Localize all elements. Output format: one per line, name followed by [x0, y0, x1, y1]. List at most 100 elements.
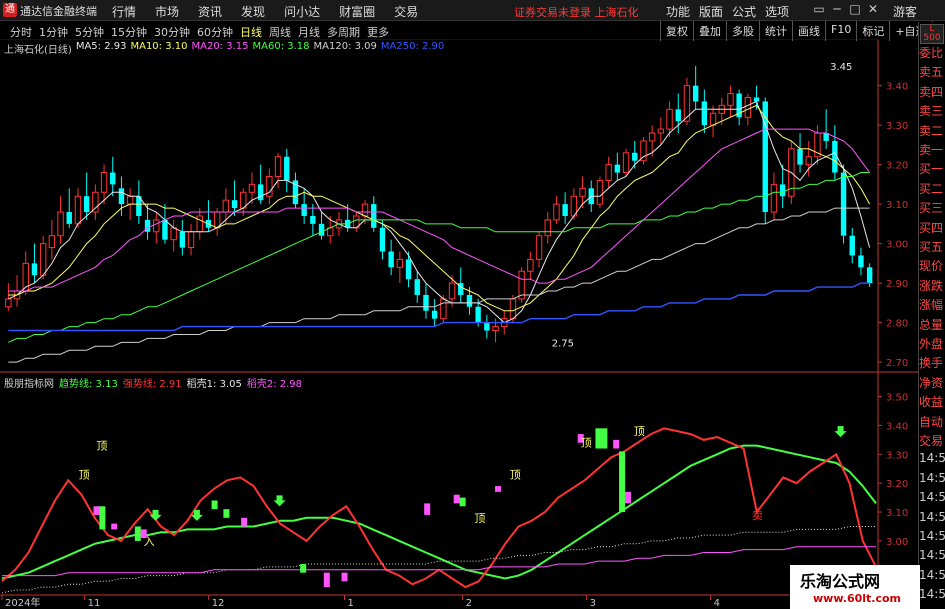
- candle-body: [248, 183, 256, 193]
- watermark-name: 乐淘公式网: [800, 572, 881, 591]
- candle-body: [579, 187, 586, 197]
- signal-bar: [495, 486, 502, 492]
- ma-legend-1: MA5: 2.93: [75, 41, 127, 52]
- candle-body: [440, 298, 447, 320]
- quote-row-3: 卖三: [919, 104, 944, 119]
- signal-bar: [93, 506, 100, 515]
- quote-row-27: 14:56: [919, 567, 945, 582]
- candle-body: [466, 294, 473, 307]
- indicator-line-1: [1, 427, 877, 589]
- candle-body: [431, 310, 438, 319]
- ma-legend-5: MA120: 3.09: [313, 41, 377, 52]
- ma-legend-6: MA250: 2.90: [380, 41, 445, 52]
- indicator-tick-label: 3.10: [886, 508, 908, 519]
- price-tick-label: 2.80: [886, 319, 908, 330]
- indicator-tick-label: 3.40: [886, 421, 908, 432]
- quote-row-15: 外盘: [919, 337, 944, 351]
- candle-body: [475, 306, 481, 323]
- price-tick-label: 3.20: [886, 161, 908, 172]
- ind-legend-4: 稻壳2: 2.98: [246, 379, 303, 390]
- candle-body: [39, 243, 47, 276]
- candle-body: [231, 200, 238, 209]
- candle-body: [492, 326, 499, 332]
- indicator-line-2: [1, 526, 876, 594]
- candle-body: [66, 212, 72, 224]
- ind-legend-1: 趋势线: 3.13: [59, 379, 118, 390]
- quote-row-1: 卖五: [919, 65, 944, 80]
- quote-row-12: 涨跌: [919, 278, 944, 293]
- candle-body: [153, 219, 160, 233]
- candle-body: [110, 172, 116, 185]
- ma-line-ma120: [8, 207, 870, 363]
- candle-body: [379, 227, 386, 252]
- quote-row-6: 买一: [919, 162, 944, 177]
- candle-body: [92, 191, 99, 213]
- candle-body: [805, 156, 812, 166]
- candle-body: [657, 128, 665, 134]
- candle-body: [388, 251, 394, 268]
- candle-body: [48, 235, 56, 249]
- signal-bar: [453, 494, 460, 504]
- ma-legend-3: MA20: 3.15: [191, 41, 249, 52]
- candle-body: [83, 196, 90, 213]
- signal-bar: [223, 509, 230, 518]
- signal-bar: [211, 500, 218, 510]
- quote-row-11: 现价: [919, 259, 944, 274]
- price-tick-label: 2.90: [886, 279, 908, 290]
- quote-row-9: 买四: [919, 220, 944, 235]
- candle-body: [179, 231, 186, 248]
- signal-label: 卖: [752, 509, 763, 522]
- candle-body: [866, 267, 873, 284]
- candle-body: [187, 231, 195, 249]
- candle-body: [840, 172, 847, 236]
- signal-bar: [613, 439, 620, 449]
- candle-body: [257, 184, 264, 201]
- badge-line2: 500: [923, 33, 941, 43]
- quote-row-8: 买三: [919, 201, 944, 216]
- candle-body: [553, 203, 560, 221]
- kline-chart[interactable]: 3.40 3.30 3.20 3.10 3.00 2.90 2.80 2.70 3.50 3.40…: [0, 0, 945, 609]
- candle-body: [622, 152, 630, 174]
- signal-bar: [134, 526, 141, 541]
- candle-body: [371, 204, 377, 228]
- candle-body: [535, 235, 543, 260]
- candle-body: [648, 132, 656, 142]
- signal-bar: [300, 564, 307, 573]
- price-tick-label: 3.10: [886, 200, 908, 211]
- indicator-tick-label: 3.50: [886, 393, 908, 404]
- candle-body: [666, 108, 673, 130]
- level-badge[interactable]: L 500: [920, 24, 944, 44]
- down-arrow-icon: [149, 509, 162, 521]
- candle-body: [849, 235, 855, 256]
- signal-bar: [111, 523, 118, 530]
- quote-row-21: 14:56: [919, 451, 945, 466]
- indicator-tick-label: 3.00: [886, 537, 908, 548]
- time-tick-label: 1: [348, 598, 354, 609]
- ma-line-ma250: [8, 282, 870, 332]
- candle-body: [414, 279, 420, 295]
- candle-body: [170, 227, 177, 241]
- down-arrow-icon: [834, 426, 847, 438]
- quote-row-17: 净资: [919, 375, 944, 390]
- down-arrow-icon: [273, 495, 286, 507]
- candle-body: [310, 215, 316, 224]
- candle-body: [675, 109, 681, 122]
- time-tick-label: 12: [212, 598, 225, 609]
- candle-body: [692, 85, 699, 102]
- indicator-line-0: [1, 444, 877, 580]
- candle-body: [448, 282, 456, 300]
- candle-body: [318, 223, 325, 236]
- candle-body: [527, 258, 534, 272]
- candle-body: [301, 204, 307, 216]
- price-tick-label: 3.00: [886, 240, 908, 251]
- candle-body: [858, 255, 864, 268]
- candle-body: [797, 148, 803, 165]
- candle-body: [126, 195, 134, 205]
- watermark-url: www.60lt.com: [813, 592, 902, 605]
- quote-row-26: 14:56: [919, 548, 945, 563]
- signal-bar: [424, 503, 431, 515]
- candle-body: [779, 184, 786, 197]
- ma-legend-2: MA10: 3.10: [130, 41, 188, 52]
- ind-legend-2: 强势线: 2.91: [122, 379, 182, 390]
- candle-body: [709, 112, 717, 126]
